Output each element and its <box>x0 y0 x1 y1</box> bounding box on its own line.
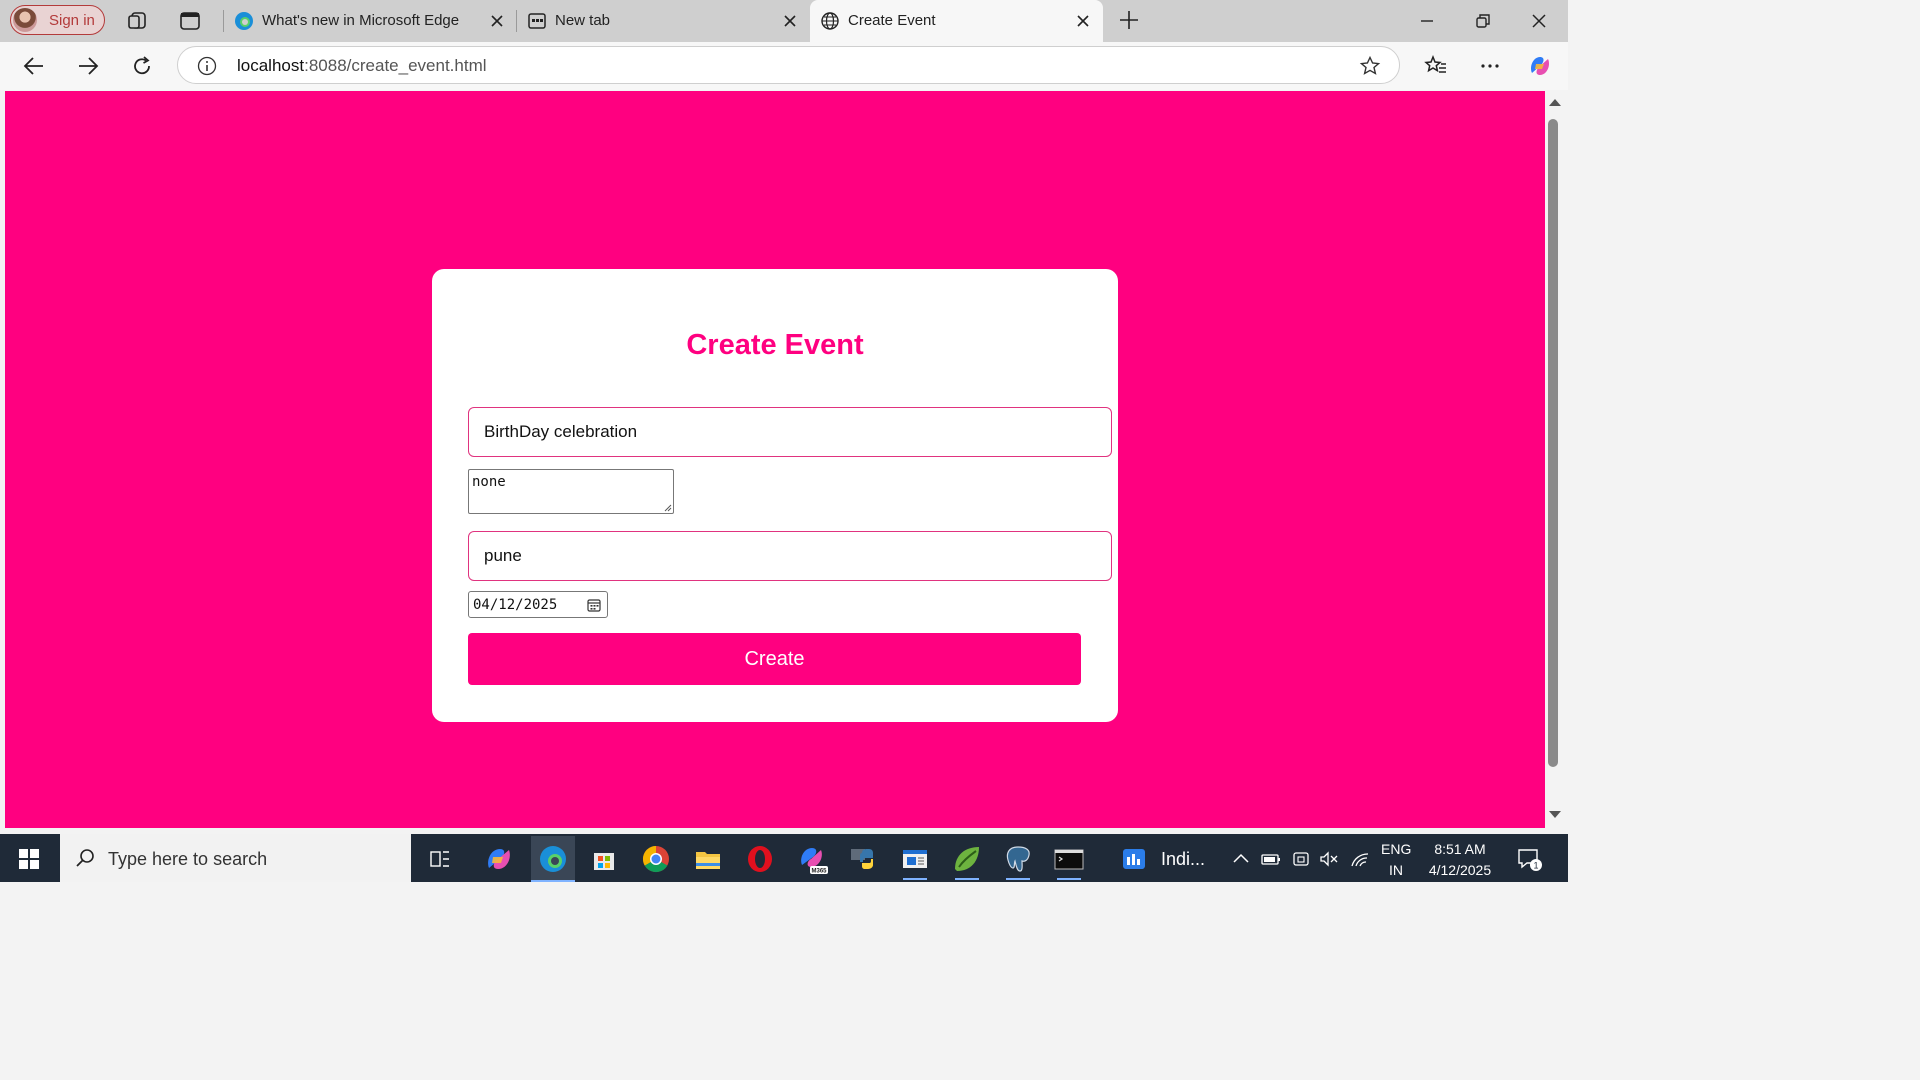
scrollbar-thumb[interactable] <box>1548 119 1558 767</box>
vertical-scrollbar[interactable] <box>1545 91 1568 828</box>
page-viewport: Create Event BirthDay celebration none p… <box>5 91 1545 828</box>
meet-now-icon[interactable] <box>1290 848 1312 870</box>
taskbar-search-box[interactable]: Type here to search <box>60 834 411 882</box>
tab-new-tab[interactable]: New tab <box>517 0 807 42</box>
file-explorer-icon[interactable] <box>690 841 726 877</box>
chrome-icon[interactable] <box>638 841 674 877</box>
microsoft-365-icon[interactable]: M365 <box>794 841 830 877</box>
forward-arrow-icon[interactable] <box>75 53 101 79</box>
address-bar[interactable]: localhost:8088/create_event.html <box>177 46 1400 84</box>
close-tab-icon[interactable] <box>488 12 506 30</box>
vertical-tabs-icon[interactable] <box>177 8 203 34</box>
battery-icon[interactable] <box>1260 848 1282 870</box>
language-indicator[interactable]: ENG IN <box>1381 839 1411 881</box>
description-textarea[interactable]: none <box>468 469 674 514</box>
running-indicator <box>955 878 979 880</box>
windows-taskbar: Type here to search M365 Indi... ENG IN … <box>0 834 1568 882</box>
search-icon <box>76 849 94 867</box>
page-title: Create Event <box>686 329 864 361</box>
close-tab-icon[interactable] <box>1074 12 1092 30</box>
url-path: :8088/create_event.html <box>304 56 487 75</box>
event-name-value: BirthDay celebration <box>484 422 638 441</box>
running-indicator <box>1006 878 1030 880</box>
more-options-icon[interactable] <box>1477 53 1503 79</box>
close-window-icon[interactable] <box>1528 10 1550 32</box>
url-host: localhost <box>237 56 305 75</box>
document-app-icon <box>903 850 927 868</box>
navigation-bar: localhost:8088/create_event.html <box>0 42 1568 90</box>
event-name-input[interactable]: BirthDay celebration <box>468 407 1112 457</box>
location-value: pune <box>484 546 522 565</box>
region-code: IN <box>1389 862 1403 878</box>
new-tab-page-icon <box>528 13 546 29</box>
spring-tools-icon <box>955 847 979 871</box>
scroll-down-arrow-icon[interactable] <box>1549 811 1561 818</box>
tab-create-event[interactable]: Create Event <box>810 0 1103 42</box>
workspaces-icon[interactable] <box>126 8 152 34</box>
windows-start-icon[interactable] <box>18 848 40 870</box>
tab-whats-new[interactable]: What's new in Microsoft Edge <box>224 0 514 42</box>
site-info-icon[interactable] <box>197 56 217 76</box>
edge-taskbar-app[interactable] <box>531 836 575 882</box>
copilot-app-icon[interactable] <box>481 841 517 877</box>
minimize-icon[interactable] <box>1416 10 1438 32</box>
opera-icon[interactable] <box>742 841 778 877</box>
svg-text:M365: M365 <box>811 869 827 875</box>
python-icon[interactable] <box>846 841 882 877</box>
favorites-icon[interactable] <box>1423 53 1449 79</box>
location-input[interactable]: pune <box>468 531 1112 581</box>
running-indicator <box>1057 878 1081 880</box>
pinned-app-label: Indi... <box>1161 849 1206 869</box>
speaker-muted-icon[interactable] <box>1318 848 1340 870</box>
command-prompt-icon <box>1054 849 1084 870</box>
back-arrow-icon[interactable] <box>21 53 47 79</box>
sign-in-label: Sign in <box>49 12 95 29</box>
terminal-taskbar-app[interactable] <box>1051 841 1087 880</box>
postgres-taskbar-app[interactable] <box>1000 841 1036 880</box>
calendar-icon[interactable] <box>586 597 602 613</box>
task-view-icon[interactable] <box>422 841 458 877</box>
spring-taskbar-app[interactable] <box>949 841 985 880</box>
create-event-card: Create Event BirthDay celebration none p… <box>432 269 1118 722</box>
search-placeholder: Type here to search <box>108 849 268 869</box>
running-indicator <box>903 878 927 880</box>
tab-title: New tab <box>555 12 611 29</box>
event-date-input[interactable]: 04/12/2025 <box>468 591 608 618</box>
microsoft-store-icon[interactable] <box>586 841 622 877</box>
url-text: localhost:8088/create_event.html <box>237 56 487 76</box>
tab-title: Create Event <box>848 12 936 29</box>
close-tab-icon[interactable] <box>781 12 799 30</box>
profile-avatar <box>13 8 37 32</box>
date-value: 04/12/2025 <box>473 597 558 613</box>
create-button[interactable]: Create <box>468 633 1081 685</box>
edge-icon <box>235 12 253 30</box>
scroll-up-arrow-icon[interactable] <box>1549 99 1561 106</box>
globe-icon <box>821 12 839 30</box>
notepad-taskbar-app[interactable] <box>897 841 933 880</box>
resize-grip-icon[interactable] <box>663 503 672 512</box>
restore-icon[interactable] <box>1472 10 1494 32</box>
new-tab-plus-icon[interactable] <box>1118 9 1140 31</box>
copilot-icon[interactable] <box>1527 53 1553 79</box>
stock-app-icon <box>1123 849 1145 869</box>
postgresql-elephant-icon <box>1006 846 1030 872</box>
wifi-icon[interactable] <box>1349 848 1371 870</box>
clock-date: 4/12/2025 <box>1428 862 1492 878</box>
notification-icon[interactable]: 1 <box>1516 846 1542 872</box>
refresh-icon[interactable] <box>129 53 155 79</box>
description-value: none <box>472 474 506 490</box>
clock[interactable]: 8:51 AM 4/12/2025 <box>1422 839 1498 881</box>
language-code: ENG <box>1381 841 1412 857</box>
chevron-up-icon[interactable] <box>1230 848 1252 870</box>
sign-in-button[interactable]: Sign in <box>10 5 105 35</box>
favorite-star-icon[interactable] <box>1359 55 1381 77</box>
tab-strip: Sign in What's new in Microsoft Edge New… <box>0 0 1568 42</box>
clock-time: 8:51 AM <box>1434 841 1486 857</box>
edge-app-icon <box>540 846 566 872</box>
tab-title: What's new in Microsoft Edge <box>262 12 460 29</box>
notification-count: 1 <box>1533 861 1538 871</box>
